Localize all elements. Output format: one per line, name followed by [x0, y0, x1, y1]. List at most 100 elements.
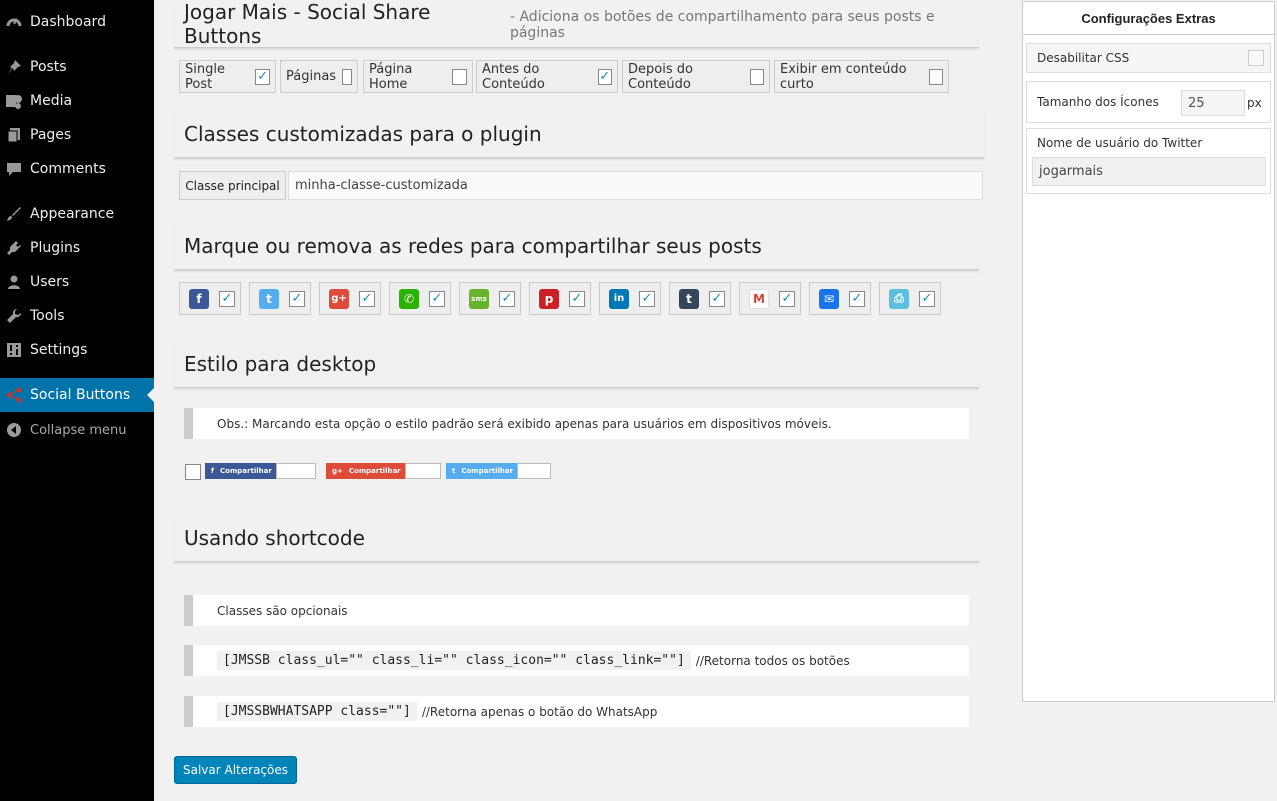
sidebar-item-media[interactable]: Media — [0, 84, 154, 118]
option-checkbox[interactable] — [749, 68, 764, 85]
share-count-box — [275, 463, 316, 479]
network-checkbox[interactable]: ✓ — [709, 290, 725, 307]
settings-icon — [4, 340, 24, 360]
save-button[interactable]: Salvar Alterações — [174, 756, 297, 784]
option-checkbox[interactable] — [342, 68, 352, 85]
facebook-icon: f — [211, 467, 215, 475]
twitter-icon: t — [259, 288, 279, 309]
network-checkbox[interactable]: ✓ — [919, 290, 935, 307]
collapse-menu-button[interactable]: Collapse menu — [0, 413, 154, 447]
sidebar-item-comments[interactable]: Comments — [0, 152, 154, 186]
main-class-input[interactable]: minha-classe-customizada — [288, 171, 983, 200]
sidebar-item-label: Tools — [30, 308, 65, 324]
network-google-plus[interactable]: g+ ✓ — [319, 282, 381, 315]
network-twitter[interactable]: t ✓ — [249, 282, 311, 315]
twitter-share-preview: t Compartilhar — [446, 463, 518, 479]
twitter-user-row: Nome de usuário do Twitter jogarmais — [1026, 128, 1271, 194]
pin-icon — [4, 57, 24, 77]
option-conteudo-curto[interactable]: Exibir em conteúdo curto — [774, 60, 949, 93]
share-preview-google-plus: g+ Compartilhar — [326, 463, 441, 479]
sidebar-item-tools[interactable]: Tools — [0, 299, 154, 333]
network-email[interactable]: ✉ ✓ — [809, 282, 871, 315]
twitter-icon: t — [452, 467, 456, 475]
share-preview-twitter: t Compartilhar — [446, 463, 552, 479]
option-antes-conteudo[interactable]: Antes do Conteúdo ✓ — [476, 60, 618, 93]
sidebar-item-posts[interactable]: Posts — [0, 50, 154, 84]
desktop-notice: Obs.: Marcando esta opção o estilo padrã… — [184, 408, 969, 439]
collapse-icon — [4, 420, 24, 440]
network-checkbox[interactable]: ✓ — [639, 290, 655, 307]
icon-size-input[interactable]: 25 — [1181, 90, 1245, 116]
share-preview-facebook: f Compartilhar — [205, 463, 316, 479]
network-tumblr[interactable]: t ✓ — [669, 282, 731, 315]
network-print[interactable]: ⎙ ✓ — [879, 282, 941, 315]
sidebar-item-label: Social Buttons — [30, 387, 131, 403]
section-title-shortcode: Usando shortcode — [174, 514, 979, 562]
user-icon — [4, 272, 24, 292]
gmail-icon: M — [749, 288, 769, 309]
network-pinterest[interactable]: p ✓ — [529, 282, 591, 315]
sidebar-item-users[interactable]: Users — [0, 265, 154, 299]
page-title: Jogar Mais - Social Share Buttons - Adic… — [174, 0, 979, 48]
option-checkbox[interactable]: ✓ — [597, 68, 612, 85]
share-preview-label: Compartilhar — [220, 467, 272, 475]
option-paginas[interactable]: Páginas — [280, 60, 358, 93]
sidebar-item-settings[interactable]: Settings — [0, 333, 154, 367]
network-whatsapp[interactable]: ✆ ✓ — [389, 282, 451, 315]
admin-sidebar: Dashboard Posts Media Pages Comments App… — [0, 0, 154, 801]
network-facebook[interactable]: f ✓ — [179, 282, 241, 315]
shortcode-all-code: [JMSSB class_ul="" class_li="" class_ico… — [217, 651, 691, 670]
option-depois-conteudo[interactable]: Depois do Conteúdo — [622, 60, 770, 93]
sidebar-item-label: Settings — [30, 342, 88, 358]
network-checkbox[interactable]: ✓ — [219, 290, 235, 307]
network-checkbox[interactable]: ✓ — [569, 290, 585, 307]
network-checkbox[interactable]: ✓ — [429, 290, 445, 307]
option-checkbox[interactable] — [452, 68, 467, 85]
sidebar-item-appearance[interactable]: Appearance — [0, 197, 154, 231]
share-count-box — [404, 463, 441, 479]
network-checkbox[interactable]: ✓ — [849, 290, 865, 307]
print-icon: ⎙ — [889, 288, 909, 309]
network-checkbox[interactable]: ✓ — [289, 290, 305, 307]
sidebar-item-label: Users — [30, 274, 70, 290]
network-gmail[interactable]: M ✓ — [739, 282, 801, 315]
sidebar-item-pages[interactable]: Pages — [0, 118, 154, 152]
extras-title: Configurações Extras — [1023, 2, 1274, 35]
option-pagina-home[interactable]: Página Home — [363, 60, 473, 93]
network-checkbox[interactable]: ✓ — [499, 290, 515, 307]
sidebar-item-label: Media — [30, 93, 73, 109]
media-icon — [4, 91, 24, 111]
network-checkbox[interactable]: ✓ — [359, 290, 375, 307]
sidebar-item-label: Pages — [30, 127, 72, 143]
plugin-icon — [4, 238, 24, 258]
shortcode-note: Classes são opcionais — [184, 595, 969, 626]
linkedin-icon: in — [609, 288, 629, 309]
tumblr-icon: t — [679, 288, 699, 309]
sidebar-item-social-buttons[interactable]: Social Buttons — [0, 378, 154, 412]
sidebar-item-label: Posts — [30, 59, 67, 75]
disable-css-checkbox[interactable] — [1248, 50, 1264, 66]
option-checkbox[interactable]: ✓ — [255, 68, 270, 85]
dashboard-icon — [4, 12, 24, 32]
option-label: Depois do Conteúdo — [628, 61, 693, 92]
desktop-style-checkbox[interactable] — [185, 464, 201, 480]
option-single-post[interactable]: Single Post ✓ — [179, 60, 276, 93]
network-sms[interactable]: sms ✓ — [459, 282, 521, 315]
option-checkbox[interactable] — [928, 68, 943, 85]
disable-css-row[interactable]: Desabilitar CSS — [1026, 43, 1271, 73]
main-class-label: Classe principal — [179, 171, 286, 200]
section-title-classes: Classes customizadas para o plugin — [174, 110, 984, 158]
network-linkedin[interactable]: in ✓ — [599, 282, 661, 315]
section-title-networks: Marque ou remova as redes para compartil… — [174, 222, 979, 270]
sidebar-item-plugins[interactable]: Plugins — [0, 231, 154, 265]
share-preview-label: Compartilhar — [461, 467, 514, 475]
network-checkbox[interactable]: ✓ — [779, 290, 795, 307]
twitter-user-input[interactable]: jogarmais — [1032, 157, 1266, 186]
pages-icon — [4, 125, 24, 145]
shortcode-whatsapp-comment: //Retorna apenas o botão do WhatsApp — [421, 704, 658, 719]
main-content: Jogar Mais - Social Share Buttons - Adic… — [154, 0, 1022, 801]
sidebar-item-dashboard[interactable]: Dashboard — [0, 5, 154, 39]
shortcode-whatsapp-code: [JMSSBWHATSAPP class=""] — [217, 702, 417, 721]
brush-icon — [4, 204, 24, 224]
option-label: Antes do Conteúdo — [482, 61, 545, 92]
